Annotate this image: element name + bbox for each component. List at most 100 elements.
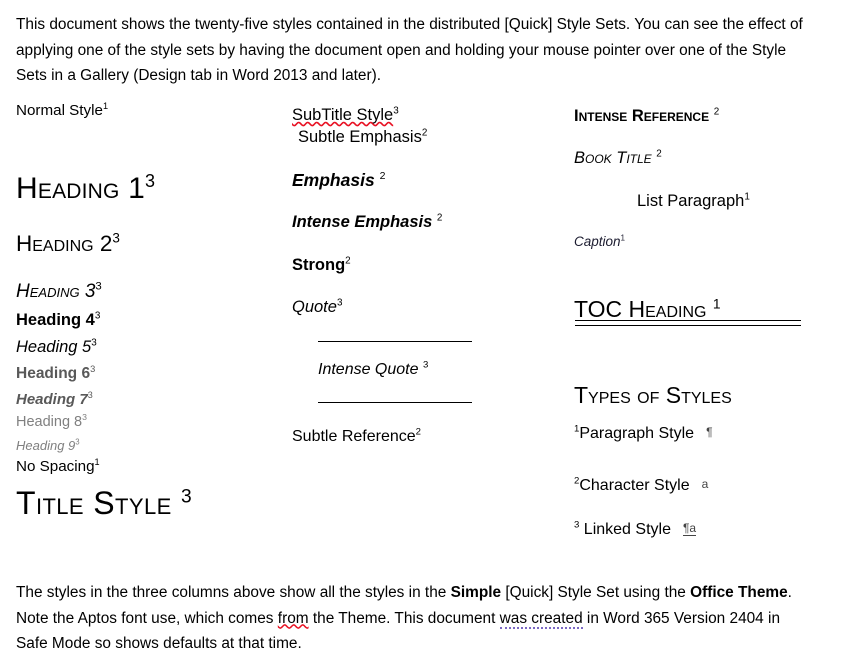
style-quote: Quote3 [292,298,342,317]
closing-grammar-flag: was created [500,610,583,629]
style-emphasis: Emphasis 2 [292,170,385,191]
style-heading-1-label: Heading 1 [16,172,145,205]
style-normal-marker: 1 [103,101,108,111]
legend-label-character-style: Character Style [579,477,689,494]
style-intense-quote-label: Intense Quote [318,361,419,378]
style-quote-marker: 3 [337,298,343,309]
closing-paragraph: The styles in the three columns above sh… [16,580,806,657]
style-emphasis-label: Emphasis [292,170,375,190]
style-toc-heading: TOC Heading 1 [574,296,721,323]
style-heading-6-marker: 3 [90,364,95,374]
style-subtitle: SubTitle Style3 [292,106,399,125]
pilcrow-icon: ¶ [706,425,712,439]
style-heading-7: Heading 73 [16,391,93,408]
style-caption-marker: 1 [621,234,626,243]
types-of-styles-label: Types of Styles [574,382,732,408]
style-subtitle-marker: 3 [393,106,399,117]
style-intense-reference-marker: 2 [714,107,720,118]
style-list-paragraph: List Paragraph1 [637,192,750,211]
style-heading-9-marker: 3 [75,438,79,447]
style-heading-3: Heading 33 [16,281,102,303]
style-toc-heading-label: TOC Heading [574,296,706,322]
legend-item-paragraph-style: 1Paragraph Style¶ [574,425,713,443]
style-heading-9: Heading 93 [16,438,80,453]
intense-quote-bottom-rule [318,402,472,403]
style-no-spacing: No Spacing1 [16,458,100,475]
style-heading-4-marker: 3 [95,311,101,322]
legend-label-linked-style: Linked Style [584,521,671,538]
style-intense-reference-label: Intense Reference [574,107,709,125]
style-title: Title Style 3 [16,485,192,522]
closing-bold-simple: Simple [451,584,501,601]
legend-label-paragraph-style: Paragraph Style [579,425,694,442]
style-strong: Strong2 [292,256,351,275]
style-book-title-label: Book Title [574,149,652,167]
style-intense-emphasis-label: Intense Emphasis [292,213,432,231]
style-intense-quote-marker: 3 [423,360,428,371]
style-heading-9-label: Heading 9 [16,438,75,453]
style-heading-4-label: Heading 4 [16,311,95,329]
style-heading-4: Heading 43 [16,311,100,330]
closing-bold-office-theme: Office Theme [690,584,788,601]
style-quote-label: Quote [292,298,337,316]
style-title-label: Title Style [16,485,172,521]
style-heading-5-marker: 3 [91,338,97,349]
style-heading-2-label: Heading 2 [16,231,112,256]
closing-segment-4: the Theme. This document [309,610,500,627]
intro-paragraph: This document shows the twenty-five styl… [16,12,806,89]
closing-segment-2: [Quick] Style Set using the [501,584,690,601]
style-list-paragraph-marker: 1 [744,192,750,203]
style-no-spacing-marker: 1 [95,457,100,467]
style-heading-5: Heading 53 [16,338,97,357]
style-subtle-reference: Subtle Reference2 [292,428,421,446]
style-toc-heading-marker: 1 [713,296,721,311]
style-heading-7-label: Heading 7 [16,391,88,408]
linked-style-icon: ¶a [683,522,696,536]
closing-segment-1: The styles in the three columns above sh… [16,584,451,601]
style-heading-3-marker: 3 [95,281,101,293]
style-heading-1-marker: 3 [145,171,155,191]
style-caption: Caption1 [574,234,625,249]
style-intense-reference: Intense Reference 2 [574,107,719,126]
style-heading-3-label: Heading 3 [16,281,95,302]
style-heading-8-marker: 3 [82,412,87,422]
style-intense-emphasis-marker: 2 [437,213,443,224]
intense-quote-top-rule [318,341,472,342]
style-normal-label: Normal Style [16,102,103,119]
style-heading-8-label: Heading 8 [16,414,82,430]
intro-line-1: This document shows the twenty-five styl… [16,16,718,33]
toc-heading-double-rule [575,320,801,326]
legend-marker-3: 3 [574,520,579,531]
style-strong-label: Strong [292,256,345,274]
style-heading-5-label: Heading 5 [16,338,91,356]
style-list-paragraph-label: List Paragraph [637,192,744,210]
style-strong-marker: 2 [345,256,351,267]
style-no-spacing-label: No Spacing [16,458,95,475]
style-heading-1: Heading 13 [16,172,155,206]
style-subtle-emphasis-label: Subtle Emphasis [298,128,422,146]
legend-item-linked-style: 3 Linked Style ¶a [574,521,696,539]
style-heading-6-label: Heading 6 [16,365,90,382]
style-book-title-marker: 2 [656,149,662,160]
style-intense-emphasis: Intense Emphasis 2 [292,213,442,232]
closing-misspelled-word: from [278,610,309,627]
style-subtle-reference-marker: 2 [416,427,421,438]
document-page: This document shows the twenty-five styl… [0,0,841,661]
style-book-title: Book Title 2 [574,149,662,168]
style-emphasis-marker: 2 [380,170,386,182]
style-subtle-emphasis: Subtle Emphasis2 [298,128,427,147]
style-intense-quote: Intense Quote 3 [318,361,428,379]
style-heading-2: Heading 23 [16,231,120,257]
style-title-marker: 3 [181,486,192,507]
style-normal: Normal Style1 [16,102,108,119]
legend-item-character-style: 2Character Stylea [574,477,708,495]
style-heading-8: Heading 83 [16,414,87,430]
style-subtitle-label: SubTitle Style [292,106,393,124]
style-subtle-reference-label: Subtle Reference [292,428,416,445]
style-heading-6: Heading 63 [16,365,95,383]
character-a-icon: a [702,477,709,491]
style-caption-label: Caption [574,234,621,249]
style-heading-7-marker: 3 [88,390,93,400]
style-subtle-emphasis-marker: 2 [422,128,428,139]
style-heading-2-marker: 3 [112,231,120,246]
